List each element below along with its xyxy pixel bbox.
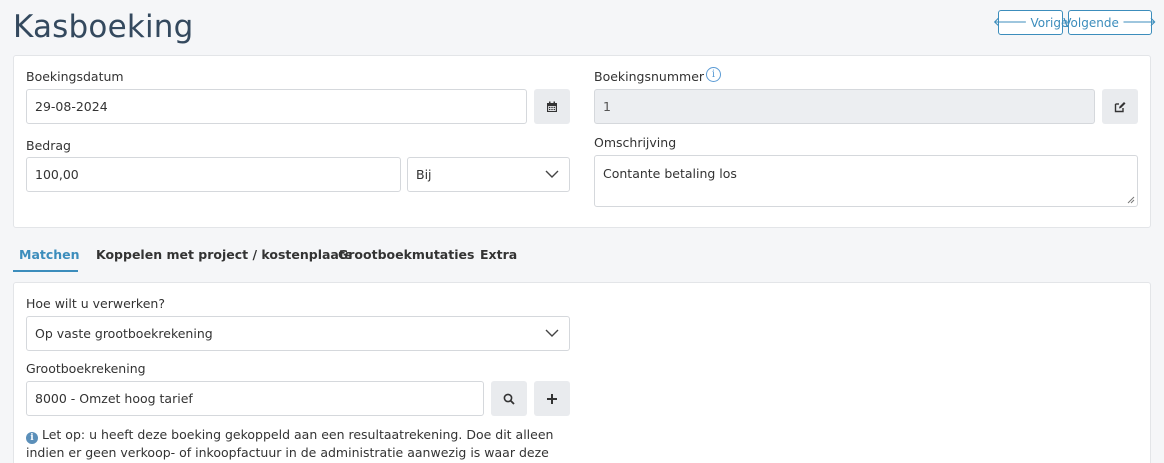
calendar-button[interactable] bbox=[534, 89, 570, 124]
chevron-down-icon bbox=[545, 329, 559, 337]
add-button[interactable] bbox=[534, 381, 570, 416]
omschrijving-value: Contante betaling los bbox=[603, 166, 737, 181]
verwerken-label: Hoe wilt u verwerken? bbox=[26, 296, 165, 311]
tab-grootboekmutaties[interactable]: Grootboekmutaties bbox=[338, 247, 474, 262]
boekingsdatum-input[interactable]: 29-08-2024 bbox=[26, 89, 527, 124]
omschrijving-textarea[interactable]: Contante betaling los bbox=[594, 155, 1138, 207]
edit-icon bbox=[1114, 101, 1126, 112]
previous-button[interactable]: 🡐 Vorige bbox=[993, 10, 1068, 35]
search-icon bbox=[503, 393, 515, 405]
calendar-icon bbox=[547, 101, 557, 112]
warning-note: i Let op: u heeft deze boeking gekoppeld … bbox=[26, 426, 566, 463]
bij-af-value: Bij bbox=[416, 167, 432, 182]
bij-af-select[interactable]: Bij bbox=[407, 157, 570, 192]
tab-matchen[interactable]: Matchen bbox=[19, 247, 80, 262]
grootboek-input[interactable]: 8000 - Omzet hoog tarief bbox=[26, 381, 484, 416]
boekingsdatum-label: Boekingsdatum bbox=[26, 69, 124, 84]
info-icon: i bbox=[26, 432, 38, 444]
tab-koppelen[interactable]: Koppelen met project / kostenplaats bbox=[96, 247, 352, 262]
warning-note-text: Let op: u heeft deze boeking gekoppeld a… bbox=[26, 427, 554, 460]
verwerken-select[interactable]: Op vaste grootboekrekening bbox=[26, 316, 570, 351]
next-button-label: Volgende bbox=[1063, 15, 1119, 30]
search-button[interactable] bbox=[491, 381, 527, 416]
boekingsnummer-input: 1 bbox=[594, 89, 1095, 124]
page-title: Kasboeking bbox=[13, 9, 194, 45]
resize-handle-icon[interactable] bbox=[1127, 196, 1135, 204]
grootboek-label: Grootboekrekening bbox=[26, 361, 146, 376]
chevron-down-icon bbox=[545, 170, 559, 178]
bedrag-input[interactable]: 100,00 bbox=[26, 157, 401, 192]
arrow-left-icon: 🡐 bbox=[992, 15, 1028, 30]
boekingsnummer-label: Boekingsnummer bbox=[594, 69, 705, 84]
arrow-right-icon: 🡒 bbox=[1121, 15, 1157, 30]
next-button[interactable]: Volgende 🡒 bbox=[1063, 10, 1157, 35]
verwerken-value: Op vaste grootboekrekening bbox=[35, 326, 213, 341]
active-tab-indicator bbox=[13, 270, 78, 272]
omschrijving-label: Omschrijving bbox=[594, 135, 677, 150]
bedrag-label: Bedrag bbox=[26, 138, 71, 153]
plus-icon bbox=[547, 393, 557, 404]
info-icon[interactable]: i bbox=[706, 67, 721, 82]
tab-extra[interactable]: Extra bbox=[480, 247, 517, 262]
edit-number-button[interactable] bbox=[1102, 89, 1138, 124]
